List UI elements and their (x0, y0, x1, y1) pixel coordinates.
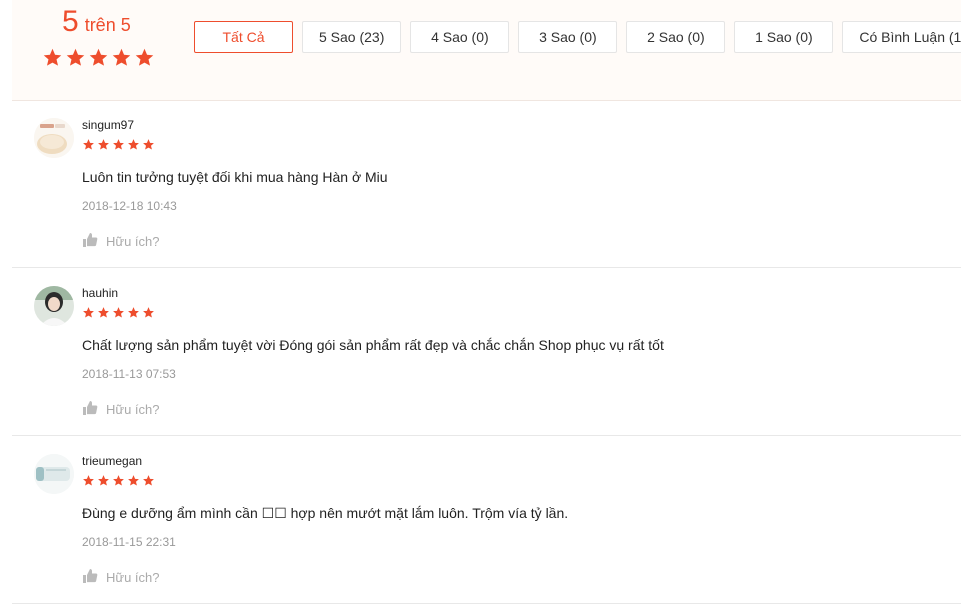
helpful-button[interactable]: Hữu ích? (82, 400, 160, 419)
star-icon (113, 307, 124, 318)
rating-summary: 5 trên 5 Tất Cả 5 Sao (23) 4 Sao (0) 3 Sa… (12, 0, 961, 101)
star-icon (83, 139, 94, 150)
review-comment: Luôn tin tưởng tuyệt đối khi mua hàng Hà… (82, 169, 388, 185)
star-icon (83, 475, 94, 486)
helpful-label: Hữu ích? (106, 570, 160, 585)
thumbs-up-icon (82, 568, 98, 587)
helpful-button[interactable]: Hữu ích? (82, 568, 160, 587)
reviewer-username[interactable]: trieumegan (82, 454, 142, 468)
star-icon (128, 139, 139, 150)
star-icon (98, 475, 109, 486)
review-comment: Chất lượng sản phẩm tuyệt vời Đóng gói s… (82, 337, 664, 353)
filter-all-button[interactable]: Tất Cả (194, 21, 293, 53)
star-icon (143, 307, 154, 318)
reviewer-username[interactable]: hauhin (82, 286, 118, 300)
rating-filter-bar: Tất Cả 5 Sao (23) 4 Sao (0) 3 Sao (0) 2 … (194, 21, 961, 53)
star-icon (98, 307, 109, 318)
star-icon (112, 48, 131, 66)
tube-product-avatar[interactable] (34, 454, 74, 494)
average-rating: 5 trên 5 (62, 5, 131, 39)
star-icon (83, 307, 94, 318)
filter-2-star-button[interactable]: 2 Sao (0) (626, 21, 726, 53)
filter-with-comment-button[interactable]: Có Bình Luận (12 (842, 21, 961, 53)
helpful-label: Hữu ích? (106, 402, 160, 417)
star-icon (113, 139, 124, 150)
star-icon (43, 48, 62, 66)
star-icon (135, 48, 154, 66)
thumbs-up-icon (82, 232, 98, 251)
reviewer-username[interactable]: singum97 (82, 118, 134, 132)
cushion-product-avatar[interactable] (34, 118, 74, 158)
person-photo-avatar[interactable] (34, 286, 74, 326)
star-icon (113, 475, 124, 486)
review-item: hauhin Chất lượng sản phẩm tuyệt vời Đón… (12, 268, 961, 436)
review-stars (82, 474, 155, 487)
review-comment: Đùng e dưỡng ẩm mình cần ☐☐ hợp nên mướt… (82, 505, 569, 521)
review-timestamp: 2018-12-18 10:43 (82, 199, 177, 213)
filter-3-star-button[interactable]: 3 Sao (0) (518, 21, 618, 53)
average-stars (42, 47, 155, 68)
review-item: trieumegan Đùng e dưỡng ẩm mình cần ☐☐ h… (12, 436, 961, 604)
filter-1-star-button[interactable]: 1 Sao (0) (734, 21, 834, 53)
filter-5-star-button[interactable]: 5 Sao (23) (302, 21, 402, 53)
helpful-label: Hữu ích? (106, 234, 160, 249)
review-timestamp: 2018-11-13 07:53 (82, 367, 176, 381)
review-item: singum97 Luôn tin tưởng tuyệt đối khi mu… (12, 100, 961, 268)
star-icon (143, 139, 154, 150)
helpful-button[interactable]: Hữu ích? (82, 232, 160, 251)
review-stars (82, 306, 155, 319)
star-icon (143, 475, 154, 486)
review-timestamp: 2018-11-15 22:31 (82, 535, 176, 549)
thumbs-up-icon (82, 400, 98, 419)
average-score-suffix: trên 5 (84, 15, 131, 35)
average-score: 5 (62, 5, 79, 38)
review-stars (82, 138, 155, 151)
star-icon (128, 475, 139, 486)
review-list: singum97 Luôn tin tưởng tuyệt đối khi mu… (12, 100, 961, 604)
star-icon (89, 48, 108, 66)
star-icon (98, 139, 109, 150)
star-icon (66, 48, 85, 66)
filter-4-star-button[interactable]: 4 Sao (0) (410, 21, 510, 53)
star-icon (128, 307, 139, 318)
